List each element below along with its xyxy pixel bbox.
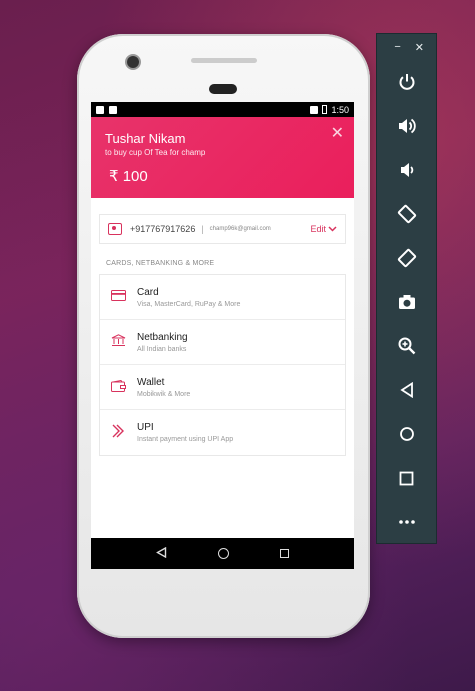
volume-up-icon[interactable] <box>377 104 436 148</box>
chevron-down-icon <box>328 226 337 232</box>
method-upi[interactable]: UPI Instant payment using UPI App <box>100 410 345 455</box>
emulator-toolbar: − ✕ <box>376 33 437 544</box>
method-netbanking[interactable]: Netbanking All Indian banks <box>100 320 345 365</box>
android-icon <box>109 105 117 114</box>
payment-header: Tushar Nikam to buy cup Of Tea for champ… <box>91 117 354 198</box>
earpiece <box>209 84 237 94</box>
status-bar: 1:50 <box>91 102 354 117</box>
volume-down-icon[interactable] <box>377 148 436 192</box>
credit-card-icon <box>110 290 126 304</box>
rotate-right-icon[interactable] <box>377 236 436 280</box>
contact-separator: | <box>201 224 204 234</box>
contact-card-icon <box>108 223 122 235</box>
overview-icon[interactable] <box>377 456 436 500</box>
edit-contact-button[interactable]: Edit <box>310 224 337 234</box>
method-title: Netbanking <box>137 331 188 343</box>
phone-frame: 1:50 Tushar Nikam to buy cup Of Tea for … <box>77 34 370 638</box>
contact-phone: +917767917626 <box>130 224 196 234</box>
speaker-grille <box>191 58 257 63</box>
home-icon[interactable] <box>377 412 436 456</box>
zoom-icon[interactable] <box>377 324 436 368</box>
front-camera <box>127 56 139 68</box>
back-nav-icon[interactable] <box>156 546 167 561</box>
phone-screen: 1:50 Tushar Nikam to buy cup Of Tea for … <box>91 102 354 569</box>
method-title: Card <box>137 286 159 298</box>
method-title: UPI <box>137 422 154 433</box>
home-nav-icon[interactable] <box>217 548 229 559</box>
camera-icon[interactable] <box>377 280 436 324</box>
contact-details: +917767917626 | champ96k@gmail.com Edit <box>99 214 346 244</box>
status-time: 1:50 <box>331 104 349 115</box>
more-icon[interactable] <box>377 500 436 544</box>
android-nav-bar <box>91 538 354 569</box>
payment-description: to buy cup Of Tea for champ <box>105 148 206 157</box>
method-subtitle: Visa, MasterCard, RuPay & More <box>137 300 241 308</box>
edit-label: Edit <box>310 224 326 234</box>
method-title: Wallet <box>137 376 165 388</box>
payment-amount: ₹ 100 <box>109 168 148 185</box>
customer-name: Tushar Nikam <box>105 131 186 146</box>
checkout-content: +917767917626 | champ96k@gmail.com Edit … <box>91 198 354 456</box>
method-wallet[interactable]: Wallet Mobikwik & More <box>100 365 345 410</box>
battery-icon <box>322 105 328 114</box>
minimize-button[interactable]: − <box>394 41 400 53</box>
close-button[interactable]: ✕ <box>331 123 344 143</box>
wallet-icon <box>110 379 126 395</box>
rotate-left-icon[interactable] <box>377 192 436 236</box>
upi-icon <box>110 424 126 441</box>
recents-nav-icon[interactable] <box>279 549 289 558</box>
payment-methods-list: Card Visa, MasterCard, RuPay & More Netb… <box>99 274 346 456</box>
notification-icon <box>96 105 104 114</box>
methods-section-label: CARDS, NETBANKING & MORE <box>106 260 215 267</box>
method-subtitle: Instant payment using UPI App <box>137 436 234 443</box>
method-subtitle: Mobikwik & More <box>137 390 191 398</box>
power-icon[interactable] <box>377 60 436 104</box>
method-card[interactable]: Card Visa, MasterCard, RuPay & More <box>100 275 345 320</box>
signal-icon <box>310 105 319 114</box>
bank-icon <box>110 334 126 350</box>
back-icon[interactable] <box>377 368 436 412</box>
method-subtitle: All Indian banks <box>137 345 187 353</box>
emulator-window-controls: − ✕ <box>377 34 436 60</box>
close-window-button[interactable]: ✕ <box>415 41 424 54</box>
contact-email: champ96k@gmail.com <box>209 226 271 232</box>
